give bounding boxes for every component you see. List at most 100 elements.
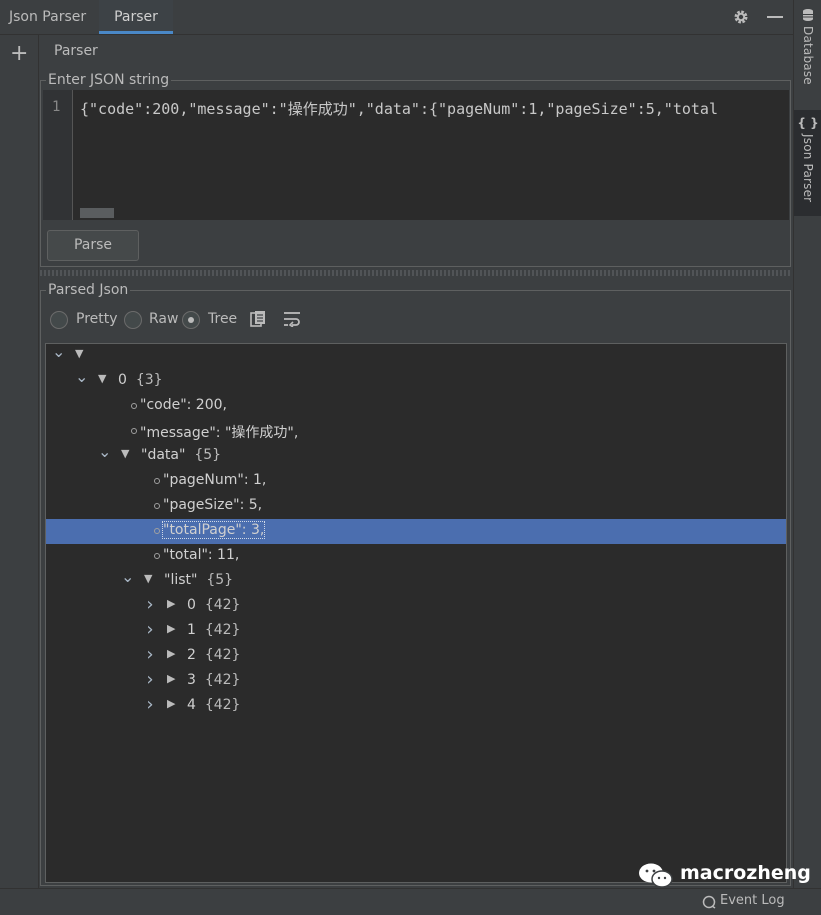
tree-node-count: {5} bbox=[197, 572, 234, 588]
tree-row[interactable]: "totalPage": 3, bbox=[46, 519, 786, 544]
radio-tree[interactable] bbox=[182, 311, 200, 329]
content-tab-parser[interactable]: Parser bbox=[54, 43, 98, 59]
tree-row[interactable]: ⌄ ▼ bbox=[46, 344, 786, 369]
tool-window-header: Json Parser Parser bbox=[0, 0, 793, 35]
braces-icon: { } bbox=[797, 116, 819, 130]
parsed-json-title: Parsed Json bbox=[46, 282, 131, 298]
chevron-right-icon[interactable]: › bbox=[144, 619, 156, 640]
splitter-handle[interactable] bbox=[40, 270, 792, 276]
tree-row[interactable]: › ▶ 0 {42} bbox=[46, 594, 786, 619]
chevron-right-icon[interactable]: › bbox=[144, 694, 156, 715]
collapsed-node-icon[interactable]: ▶ bbox=[167, 597, 175, 610]
tree-row[interactable]: "message": "操作成功", bbox=[46, 419, 786, 444]
collapsed-node-icon[interactable]: ▶ bbox=[167, 672, 175, 685]
tree-node-label: 3 {42} bbox=[187, 672, 240, 688]
radio-raw[interactable] bbox=[124, 311, 142, 329]
tree-row[interactable]: › ▶ 2 {42} bbox=[46, 644, 786, 669]
tree-row[interactable]: › ▶ 4 {42} bbox=[46, 694, 786, 719]
left-toolbar bbox=[0, 35, 39, 888]
tab-parser[interactable]: Parser bbox=[99, 0, 173, 34]
json-input-editor[interactable]: 1 {"code":200,"message":"操作成功","data":{"… bbox=[43, 90, 789, 220]
tree-node-count: {42} bbox=[195, 647, 241, 663]
tree-leaf-text: "pageNum": 1, bbox=[163, 472, 267, 488]
tree-node-key: 4 bbox=[187, 697, 196, 713]
stripe-tab-json-parser[interactable]: { } Json Parser bbox=[794, 110, 821, 216]
gear-icon[interactable] bbox=[732, 8, 750, 26]
chevron-right-icon[interactable]: › bbox=[144, 669, 156, 690]
chevron-right-icon[interactable]: › bbox=[144, 644, 156, 665]
line-number: 1 bbox=[52, 99, 61, 115]
tree-node-label: 1 {42} bbox=[187, 622, 240, 638]
tree-node-count: {42} bbox=[195, 697, 241, 713]
soft-wrap-icon[interactable] bbox=[283, 311, 301, 327]
leaf-bullet-icon bbox=[154, 503, 160, 509]
radio-raw-label[interactable]: Raw bbox=[149, 311, 178, 327]
expanded-node-icon[interactable]: ▼ bbox=[144, 572, 152, 585]
tree-row[interactable]: › ▶ 3 {42} bbox=[46, 669, 786, 694]
right-tool-stripe: Database { } Json Parser bbox=[793, 0, 821, 888]
stripe-tab-database[interactable]: Database bbox=[794, 8, 821, 92]
chevron-down-icon[interactable]: ⌄ bbox=[98, 442, 111, 461]
event-log-icon[interactable] bbox=[702, 895, 716, 909]
tree-row[interactable]: "code": 200, bbox=[46, 394, 786, 419]
tree-leaf-text: "message": "操作成功", bbox=[140, 425, 299, 441]
tree-leaf-text: "pageSize": 5, bbox=[163, 497, 263, 513]
tree-row[interactable]: ⌄ ▼ "list" {5} bbox=[46, 567, 786, 594]
expanded-node-icon[interactable]: ▼ bbox=[75, 347, 83, 360]
json-input-text[interactable]: {"code":200,"message":"操作成功","data":{"pa… bbox=[80, 98, 718, 119]
tree-node-key: 0 bbox=[187, 597, 196, 613]
enter-json-title: Enter JSON string bbox=[46, 72, 172, 88]
tree-row[interactable]: "total": 11, bbox=[46, 544, 786, 569]
watermark-text: macrozheng bbox=[680, 862, 811, 884]
chevron-down-icon[interactable]: ⌄ bbox=[121, 567, 134, 586]
event-log-button[interactable]: Event Log bbox=[720, 893, 785, 908]
tree-node-key: 3 bbox=[187, 672, 196, 688]
tree-node-label: 2 {42} bbox=[187, 647, 240, 663]
tree-node-count: {42} bbox=[195, 597, 241, 613]
copy-icon[interactable] bbox=[250, 310, 266, 328]
tree-node-count: {5} bbox=[185, 447, 222, 463]
tree-row[interactable]: "pageSize": 5, bbox=[46, 494, 786, 519]
parse-button[interactable]: Parse bbox=[47, 230, 139, 261]
radio-pretty-label[interactable]: Pretty bbox=[76, 311, 118, 327]
chevron-right-icon[interactable]: › bbox=[144, 594, 156, 615]
wechat-logo-icon bbox=[639, 863, 673, 888]
minimize-icon[interactable] bbox=[767, 16, 783, 18]
leaf-bullet-icon bbox=[131, 403, 137, 409]
chevron-down-icon[interactable]: ⌄ bbox=[52, 344, 65, 361]
tool-window-title: Json Parser bbox=[9, 9, 87, 25]
tree-node-label: "list" {5} bbox=[164, 572, 233, 588]
tree-row[interactable]: › ▶ 1 {42} bbox=[46, 619, 786, 644]
tree-node-key: 0 bbox=[118, 372, 127, 388]
collapsed-node-icon[interactable]: ▶ bbox=[167, 622, 175, 635]
stripe-tab-database-label: Database bbox=[801, 26, 815, 85]
tree-leaf-text: "code": 200, bbox=[140, 397, 227, 413]
expanded-node-icon[interactable]: ▼ bbox=[98, 372, 106, 385]
tree-node-key: 2 bbox=[187, 647, 196, 663]
tree-row[interactable]: ⌄ ▼ "data" {5} bbox=[46, 442, 786, 469]
tree-node-key: 1 bbox=[187, 622, 196, 638]
expanded-node-icon[interactable]: ▼ bbox=[121, 447, 129, 460]
leaf-bullet-icon bbox=[154, 478, 160, 484]
tree-row[interactable]: ⌄ ▼ 0 {3} bbox=[46, 367, 786, 394]
tree-leaf-text: "total": 11, bbox=[163, 547, 240, 563]
radio-pretty[interactable] bbox=[50, 311, 68, 329]
stripe-tab-json-parser-label: Json Parser bbox=[801, 134, 815, 203]
tree-node-key: "data" bbox=[141, 447, 186, 463]
chevron-down-icon[interactable]: ⌄ bbox=[75, 367, 88, 386]
tree-node-key: "list" bbox=[164, 572, 198, 588]
tree-leaf-text: "totalPage": 3, bbox=[161, 521, 266, 539]
tree-row[interactable]: "pageNum": 1, bbox=[46, 469, 786, 494]
collapsed-node-icon[interactable]: ▶ bbox=[167, 697, 175, 710]
status-bar bbox=[0, 888, 821, 915]
tree-node-label: 0 {42} bbox=[187, 597, 240, 613]
add-icon[interactable]: + bbox=[10, 43, 28, 65]
collapsed-node-icon[interactable]: ▶ bbox=[167, 647, 175, 660]
horizontal-scrollbar-thumb[interactable] bbox=[80, 208, 114, 218]
radio-tree-label[interactable]: Tree bbox=[208, 311, 237, 327]
leaf-bullet-icon bbox=[154, 553, 160, 559]
tree-node-count: {42} bbox=[195, 672, 241, 688]
json-tree[interactable]: ⌄ ▼ ⌄ ▼ 0 {3} "code": 200, "message": "操作成功", ⌄… bbox=[45, 343, 787, 883]
tree-node-count: {42} bbox=[195, 622, 241, 638]
tree-node-label: 0 {3} bbox=[118, 372, 163, 388]
